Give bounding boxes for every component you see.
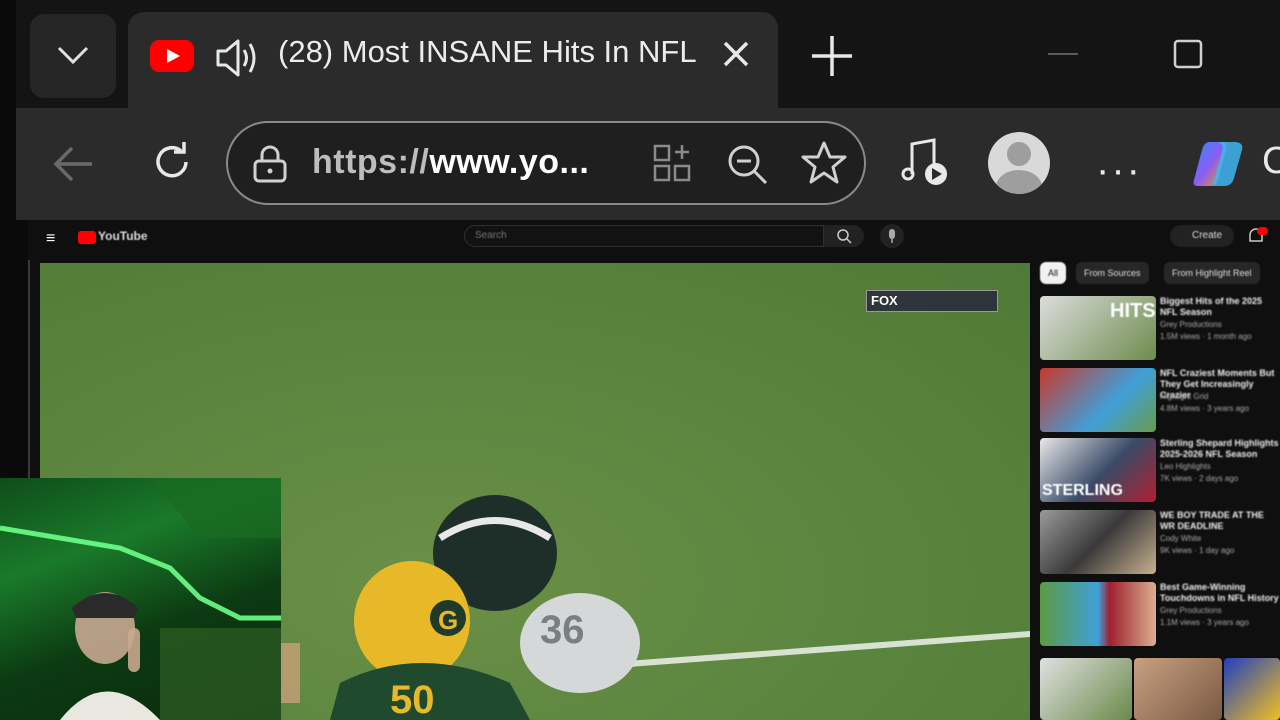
close-tab-icon[interactable] <box>716 34 756 74</box>
webcam-overlay <box>0 478 281 720</box>
recommendation-item[interactable]: NFL Craziest Moments But They Get Increa… <box>1040 368 1280 434</box>
shorts-thumbnail[interactable] <box>1040 658 1132 720</box>
app-available-icon[interactable] <box>650 141 696 187</box>
address-bar[interactable]: https://www.yo... <box>226 121 866 205</box>
video-thumbnail[interactable]: STERLING <box>1040 438 1156 502</box>
url-text: https://www.yo... <box>312 143 589 182</box>
refresh-icon[interactable] <box>148 138 196 186</box>
copilot-icon[interactable] <box>1188 132 1252 196</box>
video-title[interactable]: WE BOY TRADE AT THE WR DEADLINE <box>1160 510 1280 532</box>
youtube-logo-icon[interactable] <box>78 231 96 244</box>
shorts-thumbnail[interactable] <box>1134 658 1222 720</box>
lock-icon[interactable] <box>250 143 290 185</box>
speaker-icon[interactable] <box>212 34 260 82</box>
media-control-icon[interactable] <box>898 136 952 190</box>
svg-text:G: G <box>438 605 458 635</box>
video-meta: 7K views · 2 days ago <box>1160 474 1239 483</box>
avatar-body <box>996 170 1042 194</box>
youtube-favicon-icon <box>150 40 194 72</box>
video-channel[interactable]: Grey Productions <box>1160 320 1280 330</box>
video-thumbnail[interactable] <box>1040 368 1156 432</box>
video-title[interactable]: Biggest Hits of the 2025 NFL Season <box>1160 296 1280 318</box>
video-channel[interactable]: Highlight Grid <box>1160 392 1280 402</box>
chevron-down-icon <box>57 46 89 65</box>
minimize-icon[interactable] <box>1040 30 1086 76</box>
copilot-label: C <box>1262 140 1280 182</box>
create-button[interactable]: Create <box>1170 225 1234 247</box>
youtube-search-input[interactable]: Search <box>464 225 824 247</box>
avatar-head <box>1007 142 1031 166</box>
webcam-frame <box>0 478 281 720</box>
video-meta: 4.8M views · 3 years ago <box>1160 404 1249 413</box>
broadcast-logo-text: FOX <box>871 293 898 308</box>
voice-search-button[interactable] <box>880 224 904 248</box>
video-title[interactable]: Best Game-Winning Touchdowns in NFL Hist… <box>1160 582 1280 604</box>
svg-text:36: 36 <box>540 608 585 652</box>
guide-menu-icon[interactable]: ≡ <box>46 230 55 248</box>
maximize-icon[interactable] <box>1166 30 1212 76</box>
search-icon <box>837 229 852 244</box>
tab-active[interactable]: (28) Most INSANE Hits In NFL <box>128 12 778 108</box>
video-channel[interactable]: Grey Productions <box>1160 606 1280 616</box>
screen: (28) Most INSANE Hits In NFL https://www… <box>0 0 1280 720</box>
broadcast-logo: FOX <box>866 290 998 312</box>
zoom-out-icon[interactable] <box>724 141 770 187</box>
shorts-thumbnail[interactable] <box>1224 658 1280 720</box>
chip-from-sources[interactable]: From Sources <box>1076 262 1149 284</box>
chip-all[interactable]: All <box>1040 262 1067 284</box>
video-meta: 1.5M views · 1 month ago <box>1160 332 1252 341</box>
video-channel[interactable]: Leo Highlights <box>1160 462 1280 472</box>
back-icon[interactable] <box>50 140 98 188</box>
recommendation-item[interactable]: WE BOY TRADE AT THE WR DEADLINE Cody Whi… <box>1040 510 1280 576</box>
thumbnail-text: HITS <box>1110 300 1156 322</box>
notifications-bell-icon[interactable] <box>1244 226 1268 246</box>
video-meta: 9K views · 1 day ago <box>1160 546 1235 555</box>
microphone-icon <box>889 229 895 243</box>
more-menu-button[interactable]: ··· <box>1096 148 1142 193</box>
profile-avatar[interactable] <box>988 132 1050 194</box>
tab-list-button[interactable] <box>30 14 116 98</box>
video-thumbnail[interactable] <box>1040 510 1156 574</box>
video-thumbnail[interactable]: HITS <box>1040 296 1156 360</box>
url-host: www.yo... <box>429 143 590 181</box>
recommendation-item[interactable]: Best Game-Winning Touchdowns in NFL Hist… <box>1040 582 1280 648</box>
youtube-logo-text[interactable]: YouTube <box>98 229 148 243</box>
search-placeholder: Search <box>475 230 507 241</box>
video-thumbnail[interactable] <box>1040 582 1156 646</box>
chip-highlight-reel[interactable]: From Highlight Reel <box>1164 262 1260 284</box>
tab-title: (28) Most INSANE Hits In NFL <box>278 34 697 69</box>
youtube-search-button[interactable] <box>824 225 864 247</box>
recommendation-item[interactable]: STERLING Sterling Shepard Highlights 202… <box>1040 438 1280 504</box>
thumbnail-text: STERLING <box>1042 482 1123 499</box>
url-protocol: https:// <box>312 143 430 181</box>
svg-text:50: 50 <box>390 678 435 720</box>
video-title[interactable]: Sterling Shepard Highlights 2025-2026 NF… <box>1160 438 1280 460</box>
video-meta: 1.1M views · 3 years ago <box>1160 618 1249 627</box>
video-channel[interactable]: Cody White <box>1160 534 1280 544</box>
recommendation-item[interactable]: HITS Biggest Hits of the 2025 NFL Season… <box>1040 296 1280 362</box>
new-tab-icon[interactable] <box>806 30 858 82</box>
favorite-star-icon[interactable] <box>800 139 848 187</box>
